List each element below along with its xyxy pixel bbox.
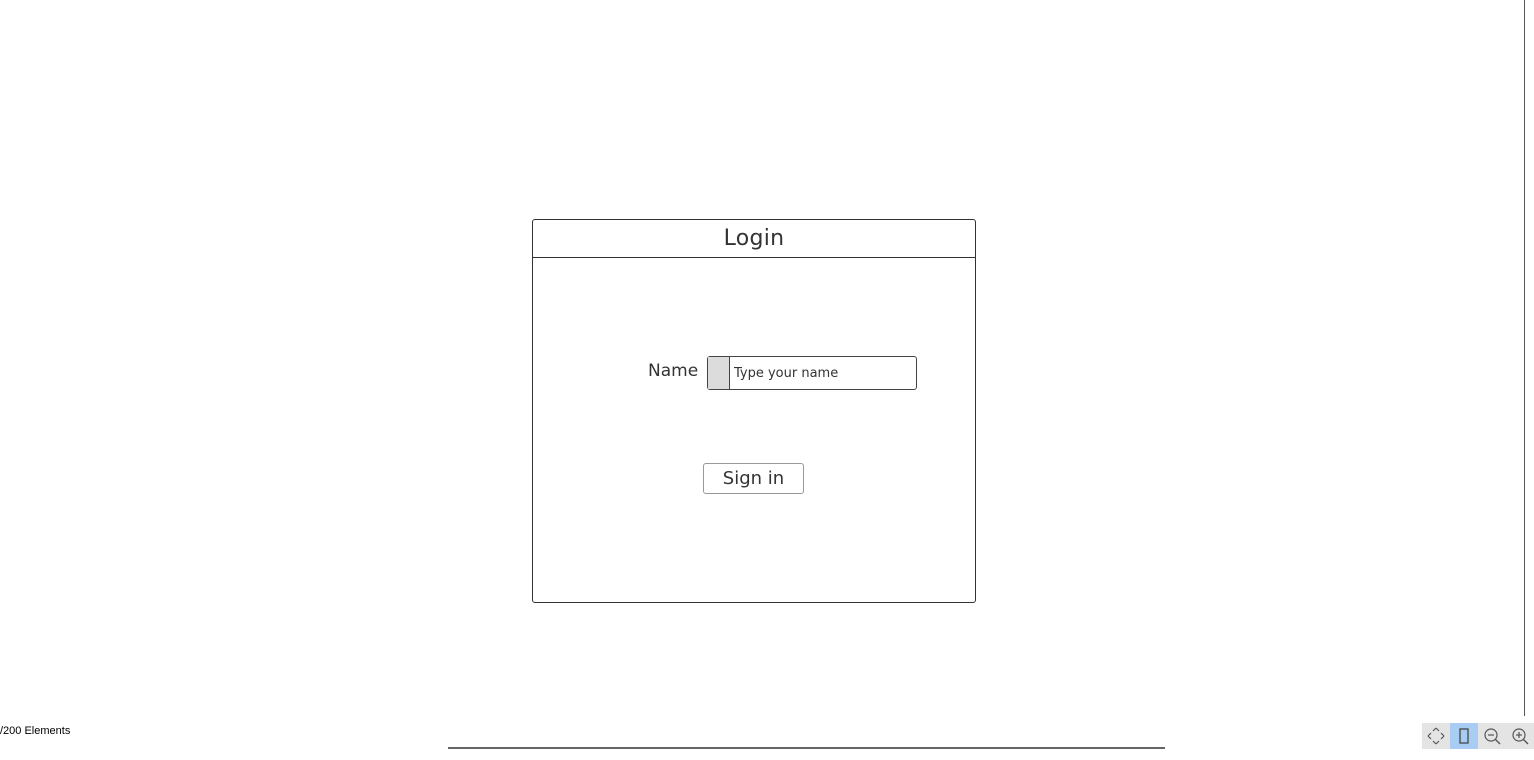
name-label: Name (648, 361, 699, 381)
zoom-out-button[interactable] (1478, 723, 1506, 749)
name-input[interactable] (730, 357, 916, 389)
fit-to-screen-button[interactable] (1422, 723, 1450, 749)
name-field (707, 356, 917, 390)
sign-in-button[interactable]: Sign in (703, 463, 804, 494)
right-divider (1524, 0, 1525, 716)
page-view-icon (1459, 728, 1469, 744)
login-title: Login (723, 226, 785, 251)
horizontal-scrollbar[interactable] (448, 747, 1165, 749)
page-view-button[interactable] (1450, 723, 1478, 749)
zoom-in-button[interactable] (1506, 723, 1534, 749)
design-canvas[interactable]: Login Name Sign in /200 Elements (0, 0, 1534, 760)
zoom-toolbar (1422, 723, 1534, 749)
zoom-in-icon (1512, 728, 1529, 745)
fit-to-screen-icon (1427, 727, 1445, 745)
login-panel: Login Name Sign in (532, 219, 976, 603)
login-panel-header: Login (533, 220, 975, 258)
element-count-status: /200 Elements (0, 725, 71, 737)
input-addon (708, 357, 730, 389)
zoom-out-icon (1484, 728, 1501, 745)
